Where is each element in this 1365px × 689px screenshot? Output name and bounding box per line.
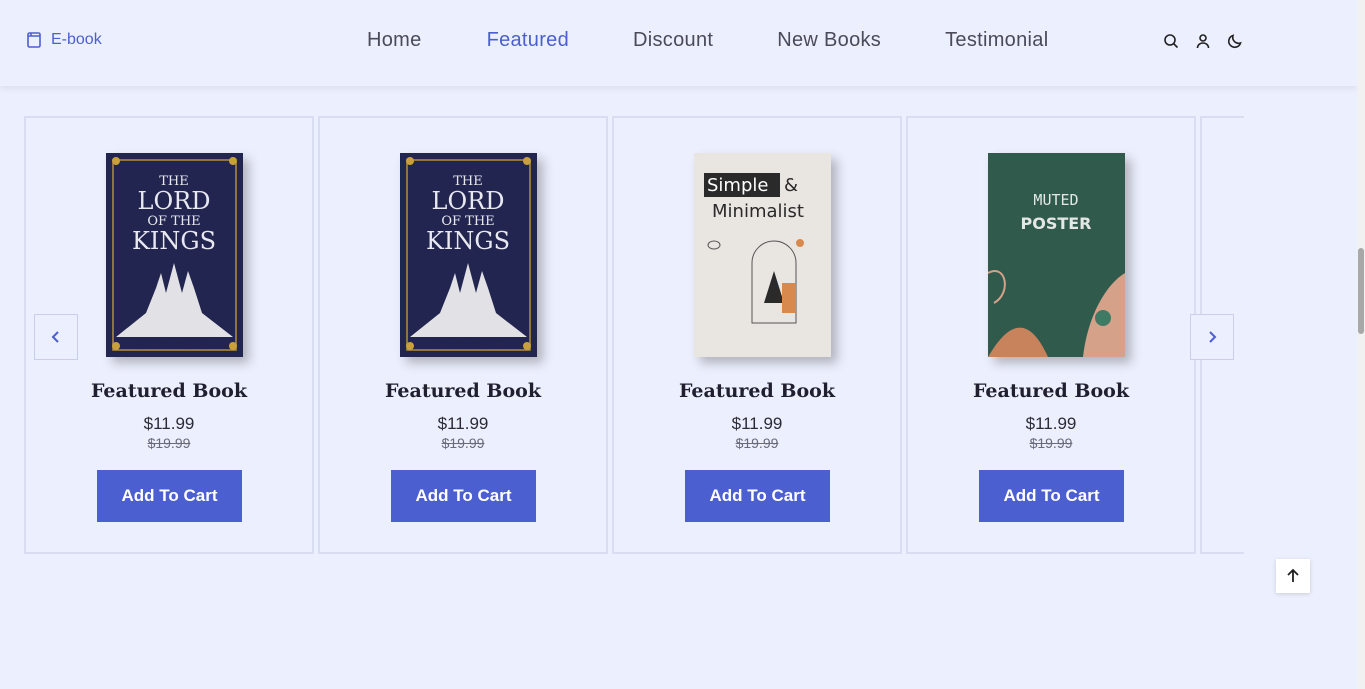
- svg-text:Simple: Simple: [707, 175, 768, 196]
- svg-text:MUTED: MUTED: [1033, 191, 1078, 209]
- book-old-price: $19.99: [1029, 435, 1073, 451]
- scrollbar-thumb[interactable]: [1358, 248, 1364, 334]
- main-nav: Home Featured Discount New Books Testimo…: [367, 29, 1048, 52]
- scroll-to-top-button[interactable]: [1276, 559, 1310, 593]
- book-card: MUTED POSTER Featured Book $11.99 $19.99…: [906, 116, 1196, 554]
- featured-books-carousel: THE LORD OF THE KINGS SARAH GESTON Featu…: [24, 116, 1244, 555]
- add-to-cart-button[interactable]: Add To Cart: [685, 470, 830, 522]
- user-icon[interactable]: [1195, 33, 1211, 51]
- nav-discount[interactable]: Discount: [633, 29, 713, 52]
- book-cover[interactable]: THE LORD OF THE KINGS SARAH GESTON: [400, 153, 537, 357]
- svg-text:Minimalist: Minimalist: [712, 201, 804, 222]
- nav-home[interactable]: Home: [367, 29, 422, 52]
- logo-link[interactable]: E-book: [25, 31, 102, 49]
- book-price: $11.99: [1025, 414, 1077, 433]
- book-card: Simple & Minimalist Featured Book $11.99…: [612, 116, 902, 554]
- nav-featured[interactable]: Featured: [487, 29, 569, 52]
- book-old-price: $19.99: [147, 435, 191, 451]
- book-title[interactable]: Featured Book: [26, 380, 312, 402]
- svg-text:SARAH GESTON: SARAH GESTON: [135, 338, 213, 348]
- book-cover[interactable]: Simple & Minimalist: [694, 153, 831, 357]
- chevron-left-icon: [51, 331, 59, 343]
- book-title[interactable]: Featured Book: [908, 380, 1194, 402]
- site-header: E-book Home Featured Discount New Books …: [0, 0, 1357, 86]
- nav-testimonial[interactable]: Testimonial: [945, 29, 1048, 52]
- book-title[interactable]: Featured Book: [614, 380, 900, 402]
- header-icons: [1163, 33, 1243, 51]
- chevron-right-icon: [1209, 331, 1217, 343]
- book-price: $11.99: [143, 414, 195, 433]
- carousel-prev-button[interactable]: [34, 314, 78, 360]
- svg-text:LORD: LORD: [432, 187, 505, 215]
- book-old-price: $19.99: [735, 435, 779, 451]
- book-old-price: $19.99: [441, 435, 485, 451]
- book-card: THE LORD OF THE KINGS SARAH GESTON Featu…: [318, 116, 608, 554]
- svg-text:KINGS: KINGS: [426, 227, 510, 255]
- svg-text:&: &: [784, 175, 798, 196]
- nav-new-books[interactable]: New Books: [777, 29, 881, 52]
- add-to-cart-button[interactable]: Add To Cart: [979, 470, 1124, 522]
- logo-text: E-book: [51, 31, 102, 48]
- page-scrollbar[interactable]: [1357, 0, 1365, 689]
- book-title[interactable]: Featured Book: [320, 380, 606, 402]
- moon-icon[interactable]: [1227, 33, 1243, 51]
- arrow-up-icon: [1287, 568, 1299, 582]
- book-price: $11.99: [731, 414, 783, 433]
- book-cover[interactable]: THE LORD OF THE KINGS SARAH GESTON: [106, 153, 243, 357]
- carousel-next-button[interactable]: [1190, 314, 1234, 360]
- svg-text:SARAH GESTON: SARAH GESTON: [429, 338, 507, 348]
- svg-text:KINGS: KINGS: [132, 227, 216, 255]
- book-price: $11.99: [437, 414, 489, 433]
- svg-text:POSTER: POSTER: [1020, 214, 1091, 233]
- svg-text:LORD: LORD: [138, 187, 211, 215]
- search-icon[interactable]: [1163, 33, 1179, 51]
- book-cover[interactable]: MUTED POSTER: [988, 153, 1125, 357]
- book-icon: [27, 32, 41, 48]
- add-to-cart-button[interactable]: Add To Cart: [97, 470, 242, 522]
- add-to-cart-button[interactable]: Add To Cart: [391, 470, 536, 522]
